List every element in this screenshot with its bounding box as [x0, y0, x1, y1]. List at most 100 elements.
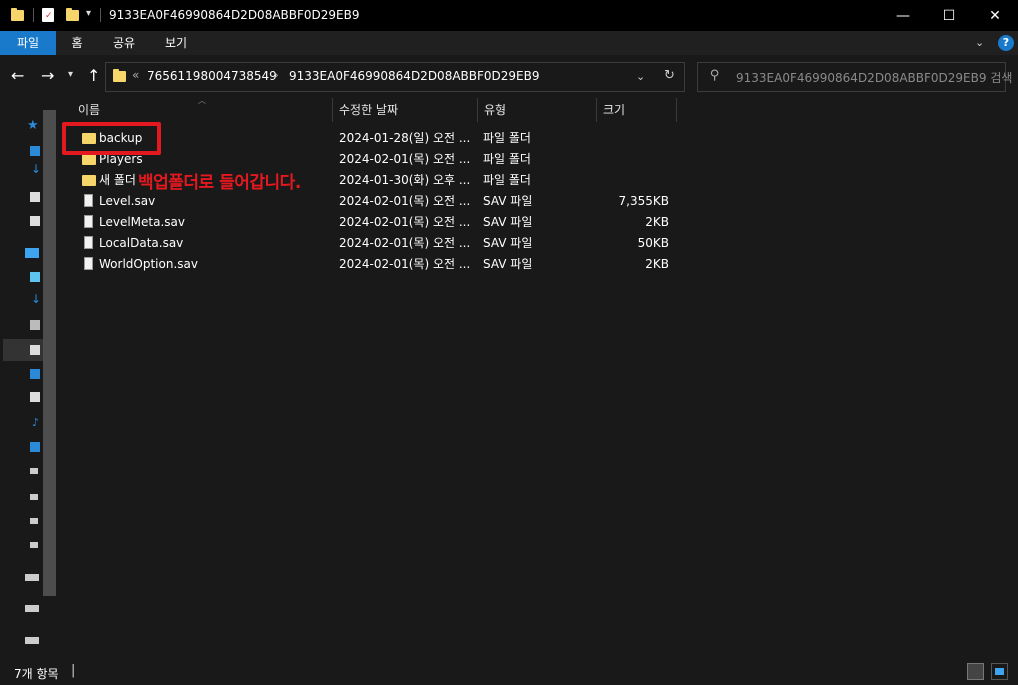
list-item[interactable]: WorldOption.sav 2024-02-01(목) 오전 ... SAV… — [74, 254, 684, 275]
file-date: 2024-02-01(목) 오전 ... — [339, 152, 471, 166]
file-icon — [84, 194, 93, 207]
drive-icon[interactable] — [25, 605, 39, 612]
list-item[interactable]: Players 2024-02-01(목) 오전 ... 파일 폴더 — [74, 149, 684, 170]
tab-share[interactable]: 공유 — [104, 31, 144, 55]
folder-icon — [82, 154, 96, 165]
overflow-icon[interactable]: « — [132, 68, 139, 82]
file-name: LocalData.sav — [99, 236, 184, 250]
file-type: SAV 파일 — [483, 215, 533, 229]
search-input[interactable]: 9133EA0F46990864D2D08ABBF0D29EB9 검색 — [736, 69, 1012, 86]
tab-home[interactable]: 홈 — [60, 31, 94, 55]
videos-icon[interactable] — [30, 320, 40, 330]
file-icon — [84, 236, 93, 249]
expand-ribbon-icon[interactable]: ⌄ — [975, 36, 984, 49]
file-type: SAV 파일 — [483, 236, 533, 250]
recent-locations-icon[interactable]: ▾ — [68, 69, 73, 80]
file-size: 50KB — [637, 236, 669, 250]
breadcrumb-current-folder[interactable]: 9133EA0F46990864D2D08ABBF0D29EB9 — [289, 69, 540, 83]
list-item[interactable]: Level.sav 2024-02-01(목) 오전 ... SAV 파일 7,… — [74, 191, 684, 212]
desktop-icon[interactable] — [30, 369, 40, 379]
column-header-name[interactable]: 이름 — [78, 98, 330, 122]
pictures-icon[interactable] — [30, 216, 40, 226]
list-item[interactable]: LocalData.sav 2024-02-01(목) 오전 ... SAV 파… — [74, 233, 684, 254]
column-header-type[interactable]: 유형 — [484, 98, 594, 122]
folder-icon — [11, 8, 24, 21]
file-name: 새 폴더 — [99, 173, 136, 187]
pictures-icon[interactable] — [30, 392, 40, 402]
file-size — [594, 128, 669, 149]
file-type: 파일 폴더 — [483, 152, 531, 166]
drive-icon[interactable] — [25, 574, 39, 581]
chevron-right-icon: › — [274, 68, 279, 82]
status-bar: 7개 항목 | — [0, 657, 1018, 685]
new-folder-icon[interactable] — [66, 8, 79, 21]
search-icon: ⚲ — [710, 68, 720, 83]
file-icon — [84, 257, 93, 270]
file-name: LevelMeta.sav — [99, 215, 185, 229]
file-date: 2024-02-01(목) 오전 ... — [339, 194, 471, 208]
column-divider[interactable] — [596, 98, 597, 122]
folder-icon — [82, 175, 96, 186]
minimize-button[interactable]: — — [880, 0, 926, 31]
tab-view[interactable]: 보기 — [156, 31, 196, 55]
list-item[interactable]: backup 2024-01-28(일) 오전 ... 파일 폴더 — [74, 128, 684, 149]
drive-icon[interactable] — [30, 542, 38, 548]
file-size: 7,355KB — [618, 194, 669, 208]
file-icon — [84, 215, 93, 228]
address-bar[interactable]: « 76561198004738549 › 9133EA0F46990864D2… — [105, 62, 685, 92]
forward-arrow-icon[interactable]: → — [41, 66, 54, 85]
downloads-icon[interactable]: ↓ — [31, 292, 41, 306]
tab-file[interactable]: 파일 — [0, 31, 56, 55]
back-arrow-icon[interactable]: ← — [11, 66, 24, 85]
column-header-date[interactable]: 수정한 날짜 — [339, 98, 475, 122]
desktop-icon[interactable] — [30, 146, 40, 156]
column-divider[interactable] — [332, 98, 333, 122]
file-type: SAV 파일 — [483, 194, 533, 208]
documents-icon[interactable] — [30, 192, 40, 202]
drive-icon[interactable] — [30, 518, 38, 524]
file-name: Level.sav — [99, 194, 156, 208]
downloads-icon[interactable]: ↓ — [31, 162, 41, 176]
refresh-icon[interactable]: ↻ — [664, 68, 675, 83]
drive-icon[interactable] — [25, 637, 39, 644]
divider — [33, 8, 34, 22]
large-icons-view-icon[interactable] — [991, 663, 1008, 680]
ribbon — [0, 31, 1018, 55]
file-date: 2024-01-30(화) 오후 ... — [339, 173, 471, 187]
help-icon[interactable]: ? — [998, 35, 1014, 51]
file-size — [594, 149, 669, 170]
file-name: WorldOption.sav — [99, 257, 198, 271]
list-item[interactable]: LevelMeta.sav 2024-02-01(목) 오전 ... SAV 파… — [74, 212, 684, 233]
customize-toolbar-icon[interactable]: ▾ — [86, 8, 91, 19]
network-icon[interactable] — [30, 442, 40, 452]
drive-icon[interactable] — [30, 468, 38, 474]
properties-icon[interactable]: ✓ — [42, 8, 54, 22]
chevron-down-icon[interactable]: ⌄ — [636, 70, 645, 83]
title-bar: ✓ ▾ 9133EA0F46990864D2D08ABBF0D29EB9 — ☐… — [0, 0, 1018, 31]
drive-icon[interactable] — [30, 494, 38, 500]
up-arrow-icon[interactable]: ↑ — [87, 66, 100, 85]
file-date: 2024-02-01(목) 오전 ... — [339, 257, 471, 271]
file-type: 파일 폴더 — [483, 131, 531, 145]
this-pc-icon[interactable] — [25, 248, 39, 258]
music-icon[interactable]: ♪ — [32, 416, 39, 429]
column-divider[interactable] — [477, 98, 478, 122]
column-divider[interactable] — [676, 98, 677, 122]
status-divider: | — [71, 663, 76, 678]
window-title: 9133EA0F46990864D2D08ABBF0D29EB9 — [109, 8, 360, 22]
file-date: 2024-02-01(목) 오전 ... — [339, 236, 471, 250]
details-view-icon[interactable] — [967, 663, 984, 680]
column-header-size[interactable]: 크기 — [603, 98, 675, 122]
file-size: 2KB — [645, 215, 669, 229]
item-count: 7개 항목 — [14, 667, 59, 681]
file-size: 2KB — [645, 257, 669, 271]
file-type: SAV 파일 — [483, 257, 533, 271]
maximize-button[interactable]: ☐ — [926, 0, 972, 31]
search-box[interactable]: ⚲ 9133EA0F46990864D2D08ABBF0D29EB9 검색 — [697, 62, 1012, 92]
breadcrumb-steamid[interactable]: 76561198004738549 — [147, 69, 277, 83]
close-button[interactable]: ✕ — [972, 0, 1018, 31]
3d-objects-icon[interactable] — [30, 272, 40, 282]
quick-access-star-icon[interactable]: ★ — [27, 118, 39, 133]
nav-pane-scrollbar[interactable] — [43, 110, 56, 596]
documents-icon[interactable] — [30, 345, 40, 355]
